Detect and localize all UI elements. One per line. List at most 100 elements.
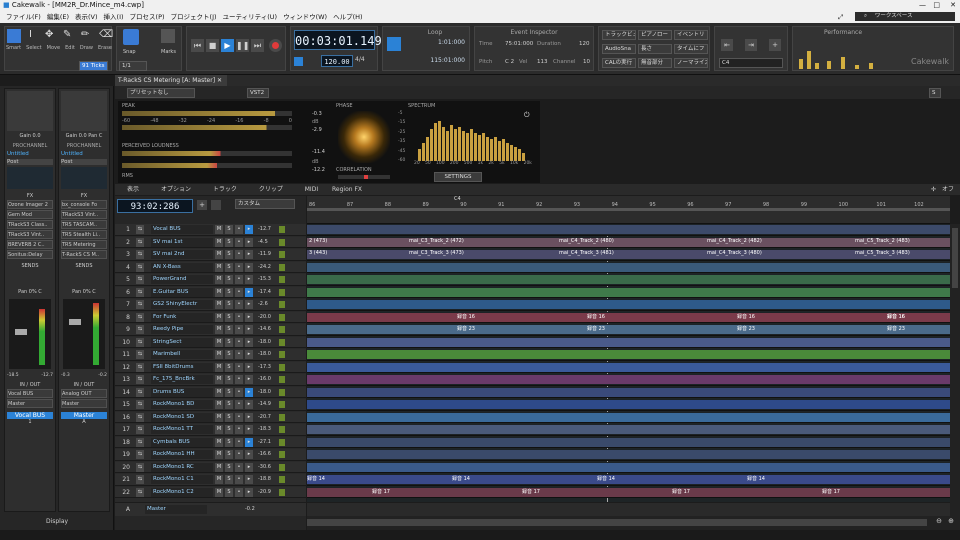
record-arm-button[interactable]: • — [235, 475, 243, 484]
track-io-icon[interactable]: ⇆ — [136, 475, 144, 484]
track-lane[interactable] — [307, 349, 950, 361]
loop-toggle-icon[interactable] — [387, 37, 401, 51]
draw-tool-icon[interactable]: ✏ — [81, 29, 89, 40]
track-io-icon[interactable]: ⇆ — [136, 412, 144, 422]
fx-item[interactable]: TRackS3 Vint.. — [61, 210, 107, 219]
track-header[interactable]: 1 Vocal BUS ⇆ M S • ▸ -12.7 — [115, 224, 306, 236]
scroll-thumb[interactable] — [307, 519, 927, 526]
normalize-button[interactable]: ノーマライズ — [674, 58, 708, 68]
track-io-icon[interactable]: ⇆ — [136, 275, 144, 284]
strip-name[interactable]: Vocal BUS — [7, 412, 53, 419]
track-volume[interactable]: -16.6 — [258, 451, 271, 457]
solo-button[interactable]: S — [225, 350, 233, 359]
solo-button[interactable]: S — [225, 450, 233, 459]
ei-duration[interactable]: 120 — [579, 41, 590, 47]
solo-button[interactable]: S — [225, 337, 233, 347]
record-arm-button[interactable]: • — [235, 325, 243, 334]
track-io-icon[interactable]: ⇆ — [136, 262, 144, 272]
track-volume[interactable]: -20.0 — [258, 314, 271, 320]
edit-tool-icon[interactable]: ✎ — [63, 29, 71, 40]
ei-channel[interactable]: 10 — [583, 59, 590, 65]
volume-fader[interactable] — [15, 329, 27, 335]
fx-item[interactable]: T-RackS CS M.. — [61, 250, 107, 259]
record-arm-button[interactable]: • — [235, 350, 243, 359]
record-arm-button[interactable]: • — [235, 262, 243, 272]
clip[interactable] — [307, 362, 950, 372]
track-io-icon[interactable]: ⇆ — [136, 425, 144, 434]
track-header[interactable]: 8 For Funk ⇆ M S • ▸ -20.0 — [115, 311, 306, 323]
input-echo-button[interactable]: ▸ — [245, 275, 253, 284]
cal-button[interactable]: CALの実行 — [602, 58, 636, 68]
menu-file[interactable]: ファイル(F) — [6, 13, 41, 21]
zoom-in-icon[interactable]: ⊕ — [948, 517, 954, 525]
solo-button[interactable]: S — [225, 462, 233, 472]
erase-tool-icon[interactable]: ⌫ — [99, 29, 113, 40]
prochannel-preset[interactable]: Untitled — [61, 151, 107, 157]
select-tool-icon[interactable]: I — [29, 29, 32, 40]
expand-icon[interactable]: ⤢ — [838, 11, 843, 23]
record-arm-button[interactable]: • — [235, 362, 243, 372]
maximize-icon[interactable]: □ — [933, 0, 940, 11]
track-volume[interactable]: -15.3 — [258, 276, 271, 282]
track-lane[interactable] — [307, 436, 950, 448]
track-name[interactable]: Marimbell — [151, 350, 213, 359]
input-echo-button[interactable]: ▸ — [245, 400, 253, 409]
horizontal-scrollbar[interactable]: ⊖ ⊕ — [307, 516, 960, 530]
clip[interactable] — [307, 337, 950, 347]
tempo-display[interactable]: 120.00 — [321, 55, 353, 67]
clip[interactable] — [307, 450, 950, 459]
mute-button[interactable]: M — [215, 375, 223, 384]
track-name[interactable]: E.Guitar BUS — [151, 287, 213, 297]
solo-button[interactable]: S — [225, 237, 233, 247]
mute-button[interactable]: M — [215, 450, 223, 459]
mute-button[interactable]: M — [215, 300, 223, 309]
track-header[interactable]: 13 Fc_175_BncBrk ⇆ M S • ▸ -16.0 — [115, 374, 306, 386]
menu-edit[interactable]: 編集(E) — [47, 13, 69, 21]
input-echo-button[interactable]: ▸ — [245, 375, 253, 384]
tv-menu-track[interactable]: トラック — [213, 186, 237, 193]
solo-button[interactable]: S — [225, 262, 233, 272]
input-echo-button[interactable]: ▸ — [245, 262, 253, 272]
mute-button[interactable]: M — [215, 225, 223, 234]
track-header[interactable]: 19 RockMono1 HH ⇆ M S • ▸ -16.6 — [115, 449, 306, 461]
track-io-icon[interactable]: ⇆ — [136, 437, 144, 447]
record-arm-button[interactable]: • — [235, 250, 243, 259]
track-io-icon[interactable]: ⇆ — [136, 400, 144, 409]
meter-display[interactable]: 4/4 — [355, 56, 365, 63]
track-io-icon[interactable]: ⇆ — [136, 287, 144, 297]
post-toggle[interactable]: Post — [61, 159, 107, 165]
input-echo-button[interactable]: ▸ — [245, 300, 253, 309]
solo-button[interactable]: S — [225, 325, 233, 334]
track-header[interactable]: 17 RockMono1 TT ⇆ M S • ▸ -18.3 — [115, 424, 306, 436]
track-volume[interactable]: -17.4 — [258, 289, 271, 295]
solo-button[interactable]: S — [225, 225, 233, 234]
clip[interactable] — [307, 237, 950, 247]
track-volume[interactable]: -14.6 — [258, 326, 271, 332]
clip[interactable] — [307, 462, 950, 472]
mute-button[interactable]: M — [215, 250, 223, 259]
track-name[interactable]: GS2 ShinyElectr — [151, 300, 213, 309]
marker-label[interactable]: C4 — [454, 196, 461, 202]
scroll-thumb[interactable] — [952, 228, 958, 288]
track-volume[interactable]: -17.3 — [258, 364, 271, 370]
sidechain-button[interactable]: S — [929, 88, 941, 98]
preset-select[interactable]: プリセットなし — [127, 88, 195, 98]
clip[interactable] — [307, 287, 950, 297]
fx-item[interactable]: TRS Stealth Li.. — [61, 230, 107, 239]
track-name[interactable]: For Funk — [151, 312, 213, 322]
ei-vel[interactable]: 113 — [537, 59, 548, 65]
solo-button[interactable]: S — [225, 250, 233, 259]
track-volume[interactable]: -14.9 — [258, 401, 271, 407]
track-name[interactable]: Cymbals BUS — [151, 437, 213, 447]
track-volume[interactable]: -16.0 — [258, 376, 271, 382]
snap-off-label[interactable]: オフ — [942, 184, 954, 195]
tv-menu-midi[interactable]: MIDI — [305, 186, 318, 193]
track-volume[interactable]: -4.5 — [258, 239, 268, 245]
snap-icon[interactable] — [123, 29, 139, 45]
solo-button[interactable]: S — [225, 362, 233, 372]
snap-value-select[interactable]: 1/1 — [119, 61, 147, 71]
silence-button[interactable]: 無音部分 — [638, 58, 672, 68]
menu-utility[interactable]: ユーティリティ(U) — [223, 13, 278, 21]
clip[interactable] — [307, 250, 950, 259]
record-arm-button[interactable]: • — [235, 375, 243, 384]
